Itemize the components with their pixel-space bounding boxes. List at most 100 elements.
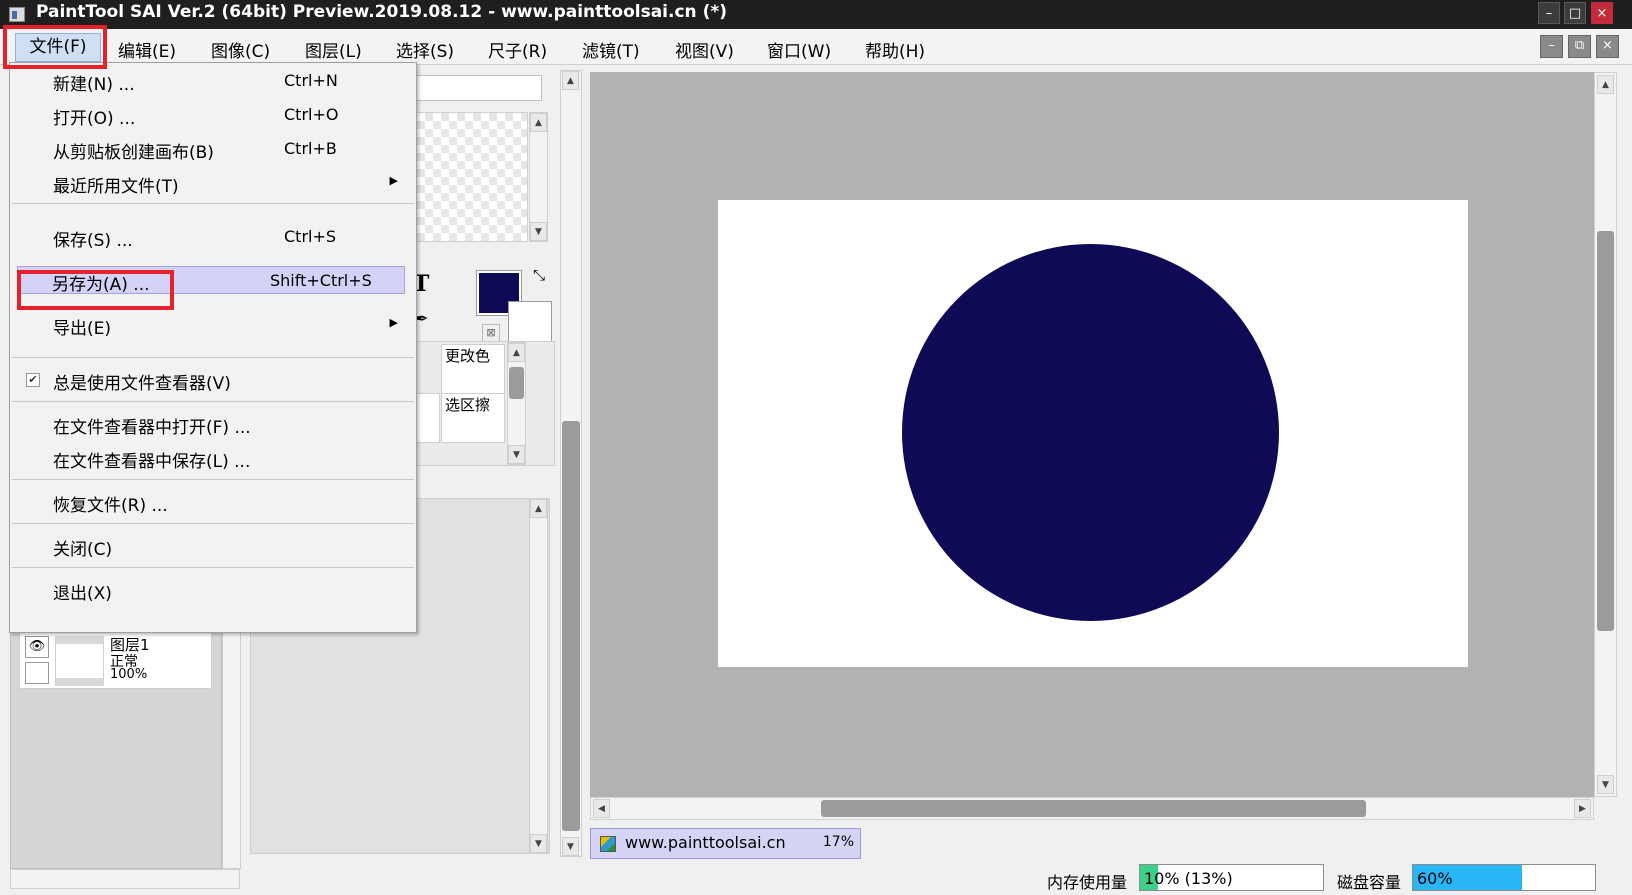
canvas-vscroll-thumb[interactable] [1597, 231, 1614, 631]
minimize-button[interactable]: – [1538, 2, 1560, 24]
menu-item-always-viewer[interactable]: ✔ 总是使用文件查看器(V) [12, 362, 414, 396]
submenu-arrow-icon: ▶ [389, 316, 398, 329]
title-bar: PaintTool SAI Ver.2 (64bit) Preview.2019… [0, 0, 1632, 29]
layer-opacity: 100% [110, 667, 148, 682]
splitter-scroll-down-arrow[interactable]: ▼ [562, 837, 579, 856]
canvas-scroll-up-arrow[interactable]: ▲ [1597, 75, 1614, 94]
doc-minimize-button[interactable]: – [1540, 35, 1563, 58]
status-bar: 内存使用量 10% (13%) 磁盘容量 60% [0, 862, 1632, 895]
doc-restore-button[interactable]: ⧉ [1568, 35, 1591, 58]
menu-separator [12, 567, 414, 568]
menu-item-recover-label: 恢复文件(R) ... [53, 496, 168, 516]
menu-select[interactable]: 选择(S) [396, 37, 454, 62]
scroll-down-arrow[interactable]: ▼ [530, 222, 547, 241]
layer-lock-box[interactable] [25, 662, 49, 684]
app-icon [9, 7, 25, 22]
menu-item-open-in-viewer[interactable]: 在文件查看器中打开(F) ... [12, 406, 414, 440]
checkmark-icon: ✔ [26, 373, 40, 387]
menu-item-save-label: 保存(S) ... [53, 231, 133, 251]
brush-change-color[interactable]: 更改色 [441, 344, 505, 394]
settings-scroll-up-arrow[interactable]: ▲ [530, 499, 547, 518]
settings-scrollbar[interactable]: ▲ ▼ [529, 498, 548, 854]
disk-capacity-value: 60% [1417, 869, 1453, 888]
canvas-scroll-left-arrow[interactable]: ◀ [593, 799, 610, 818]
menu-separator [12, 523, 414, 524]
disk-capacity-label: 磁盘容量 [1337, 873, 1402, 892]
menu-item-new-shortcut: Ctrl+N [284, 71, 338, 90]
maximize-button[interactable]: □ [1564, 2, 1586, 24]
menu-item-exit[interactable]: 退出(X) [12, 572, 414, 606]
submenu-arrow-icon: ▶ [389, 174, 398, 187]
menu-separator [12, 401, 414, 402]
menu-edit[interactable]: 编辑(E) [118, 37, 176, 62]
menu-item-from-clipboard[interactable]: 从剪贴板创建画布(B) Ctrl+B [12, 131, 414, 165]
menu-help[interactable]: 帮助(H) [865, 37, 925, 62]
canvas-hscroll-thumb[interactable] [821, 800, 1366, 817]
scroll-up-arrow[interactable]: ▲ [530, 113, 547, 132]
menu-item-exit-label: 退出(X) [53, 584, 112, 604]
transparent-color-icon[interactable]: ⊠ [482, 324, 500, 342]
document-icon [600, 836, 616, 852]
menu-separator [12, 357, 414, 358]
brush-change-color-label: 更改色 [445, 347, 491, 365]
memory-usage-label: 内存使用量 [1047, 873, 1128, 892]
menu-item-from-clipboard-label: 从剪贴板创建画布(B) [53, 143, 214, 163]
menu-item-open-in-viewer-label: 在文件查看器中打开(F) ... [53, 418, 251, 438]
brush-select-eraser[interactable]: 选区擦 [441, 393, 505, 443]
color-preview-area [400, 112, 528, 242]
canvas-scroll-right-arrow[interactable]: ▶ [1574, 799, 1591, 818]
canvas-vertical-scrollbar[interactable]: ▲ ▼ [1594, 72, 1617, 797]
document-zoom: 17% [822, 834, 854, 850]
panel-splitter-scrollbar[interactable]: ▲ ▼ [560, 70, 582, 857]
document-tab-name: www.painttoolsai.cn [625, 833, 786, 852]
document-tab[interactable]: www.painttoolsai.cn 17% [590, 828, 861, 859]
settings-scroll-down-arrow[interactable]: ▼ [530, 834, 547, 853]
tool-scrollbar[interactable]: ▲ ▼ [529, 112, 548, 242]
canvas-paper[interactable] [718, 200, 1468, 667]
tool-name-field[interactable] [400, 75, 542, 101]
canvas-scroll-down-arrow[interactable]: ▼ [1597, 775, 1614, 794]
brush-scroll-down-arrow[interactable]: ▼ [508, 445, 525, 464]
layer-item[interactable]: 👁 图层1 正常 100% [19, 631, 212, 689]
eye-icon[interactable]: 👁 [25, 636, 49, 658]
menu-item-recover[interactable]: 恢复文件(R) ... [12, 484, 414, 518]
splitter-scroll-thumb[interactable] [562, 421, 580, 831]
canvas-area[interactable] [590, 72, 1594, 797]
brush-scroll-up-arrow[interactable]: ▲ [508, 343, 525, 362]
menu-item-open-shortcut: Ctrl+O [284, 105, 339, 124]
file-menu: 新建(N) ... Ctrl+N 打开(O) ... Ctrl+O 从剪贴板创建… [9, 62, 417, 633]
menu-item-always-viewer-label: 总是使用文件查看器(V) [53, 374, 231, 394]
menu-filter[interactable]: 滤镜(T) [582, 37, 640, 62]
doc-close-button[interactable]: × [1596, 35, 1619, 58]
menu-bar: 文件(F) 编辑(E) 图像(C) 图层(L) 选择(S) 尺子(R) 滤镜(T… [0, 29, 1632, 65]
eyedropper-icon[interactable]: ✒ [415, 309, 428, 328]
menu-item-open[interactable]: 打开(O) ... Ctrl+O [12, 97, 414, 131]
highlight-save-as [17, 270, 174, 310]
highlight-file-menu [3, 25, 107, 69]
menu-ruler[interactable]: 尺子(R) [488, 37, 547, 62]
layer-thumbnail [55, 636, 104, 686]
menu-item-save-shortcut: Ctrl+S [284, 227, 337, 246]
menu-separator [12, 479, 414, 480]
menu-item-open-label: 打开(O) ... [53, 109, 136, 129]
brush-scroll-thumb[interactable] [509, 367, 524, 399]
swap-colors-icon[interactable]: ⤡ [533, 266, 545, 284]
menu-window[interactable]: 窗口(W) [767, 37, 831, 62]
menu-item-save-in-viewer[interactable]: 在文件查看器中保存(L) ... [12, 440, 414, 474]
menu-view[interactable]: 视图(V) [675, 37, 734, 62]
menu-item-recent[interactable]: 最近所用文件(T) ▶ [12, 165, 414, 199]
menu-layer[interactable]: 图层(L) [305, 37, 362, 62]
menu-item-recent-label: 最近所用文件(T) [53, 177, 179, 197]
menu-item-save[interactable]: 保存(S) ... Ctrl+S [12, 219, 414, 253]
canvas-horizontal-scrollbar[interactable]: ◀ ▶ [590, 797, 1594, 820]
menu-item-close[interactable]: 关闭(C) [12, 528, 414, 562]
layer-list-scrollbar[interactable] [222, 622, 241, 869]
close-button[interactable]: × [1591, 2, 1613, 24]
brush-scrollbar[interactable]: ▲ ▼ [507, 342, 526, 465]
secondary-color-swatch[interactable] [508, 301, 552, 345]
menu-item-export-label: 导出(E) [53, 319, 112, 339]
menu-image[interactable]: 图像(C) [211, 37, 270, 62]
menu-item-export[interactable]: 导出(E) ▶ [12, 307, 414, 341]
memory-usage-meter: 10% (13%) [1139, 864, 1324, 891]
splitter-scroll-up-arrow[interactable]: ▲ [562, 71, 579, 90]
